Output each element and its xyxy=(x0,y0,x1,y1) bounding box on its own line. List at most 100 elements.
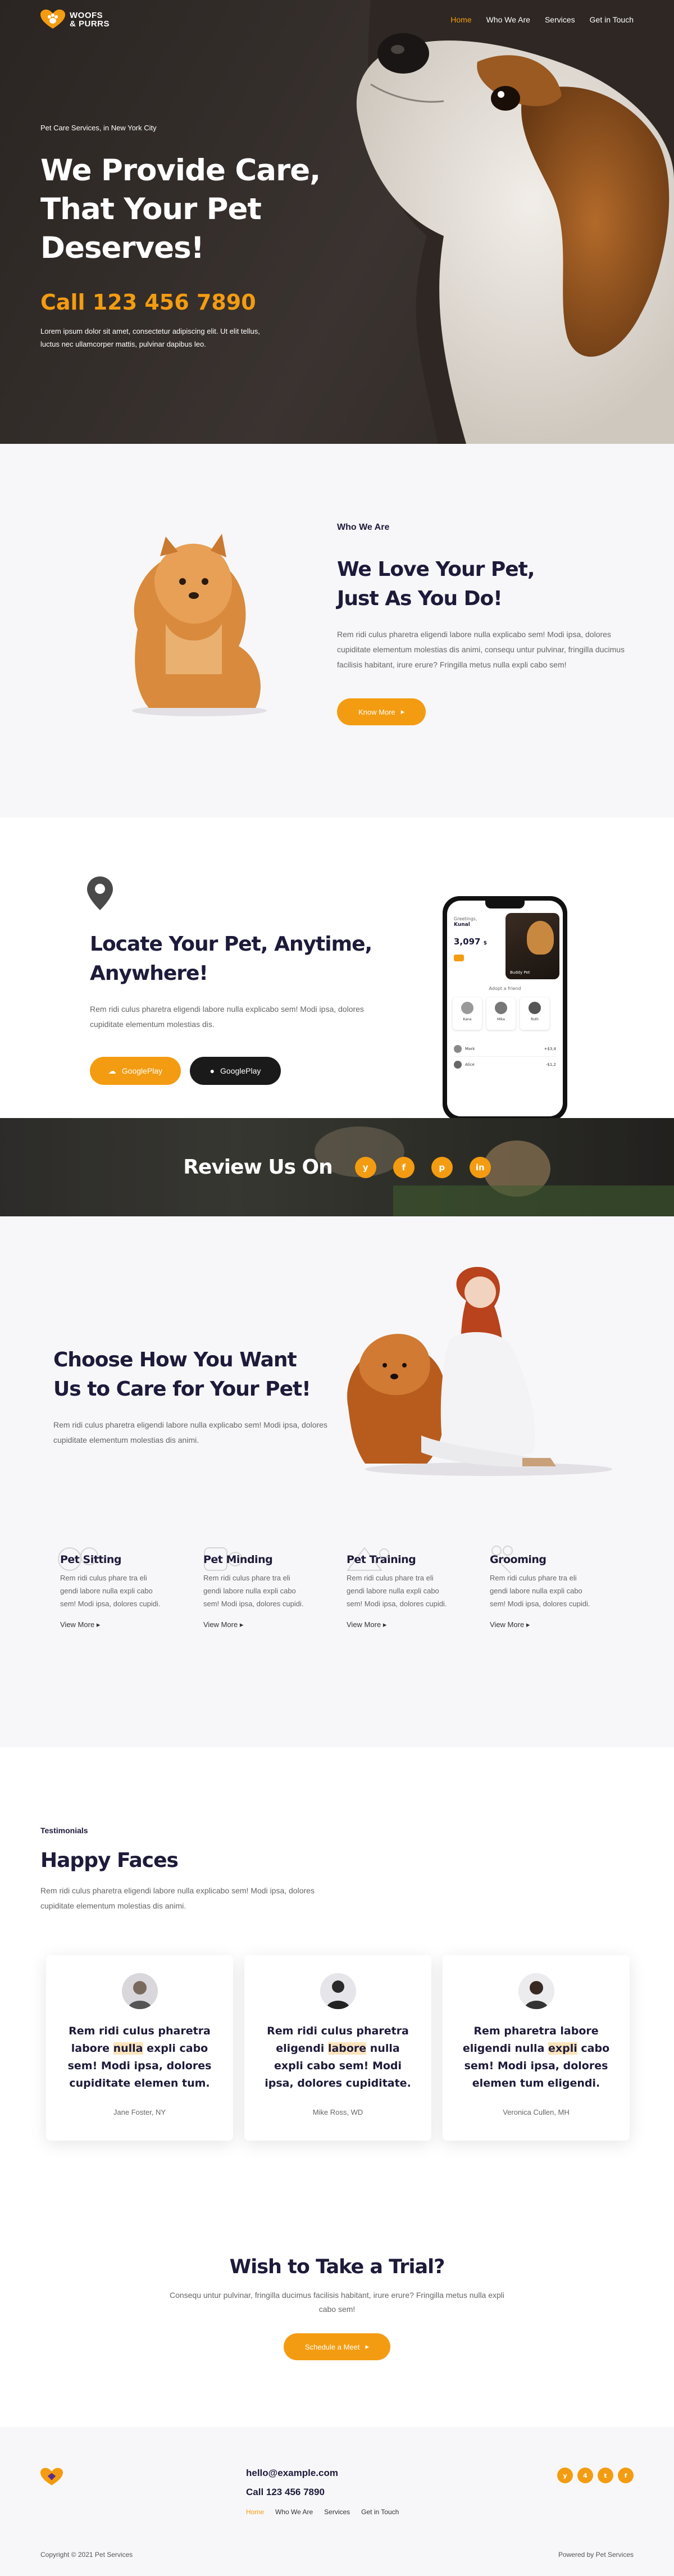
review-section: Review Us On y f p in xyxy=(0,1118,674,1216)
pinterest-icon[interactable]: p xyxy=(431,1156,453,1178)
phone-contact[interactable]: Kana xyxy=(453,997,482,1030)
foursquare-icon[interactable]: 4 xyxy=(577,2468,593,2483)
twitter-icon[interactable]: t xyxy=(598,2468,613,2483)
avatar-icon xyxy=(454,1044,462,1053)
hero-text-line-1: Lorem ipsum dolor sit amet, consectetur … xyxy=(40,327,260,335)
girl-with-dog-image xyxy=(347,1267,612,1476)
services-title: Choose How You Want Us to Care for Your … xyxy=(53,1346,334,1404)
who-kicker: Who We Are xyxy=(337,523,390,532)
copyright-text: Copyright © 2021 Pet Services xyxy=(40,2551,133,2559)
schedule-meet-label: Schedule a Meet xyxy=(304,2342,360,2351)
who-we-are-section: Who We Are We Love Your Pet, Just As You… xyxy=(0,444,674,817)
avatar-icon xyxy=(461,1002,473,1014)
app-content: Locate Your Pet, Anytime, Anywhere! Rem … xyxy=(90,930,382,1085)
phone-row[interactable]: Mark +$3,4 xyxy=(454,1041,556,1057)
testimonial-cards: Rem ridi culus pharetra labore nulla exp… xyxy=(46,1955,630,2141)
hero-title-line-1: We Provide Care, xyxy=(40,153,321,188)
location-pin-icon xyxy=(87,876,113,910)
heart-paw-logo-icon xyxy=(40,10,65,29)
hero-title: We Provide Care, That Your Pet Deserves! xyxy=(40,151,344,267)
phone-transactions: Mark +$3,4 Alice -$1,2 xyxy=(454,1041,556,1073)
linkedin-icon[interactable]: in xyxy=(469,1156,491,1178)
nav-item-who-we-are[interactable]: Who We Are xyxy=(486,15,530,24)
footer-social: y 4 t f xyxy=(557,2468,634,2483)
footer-phone[interactable]: Call 123 456 7890 xyxy=(246,2487,399,2498)
powered-by-text: Powered by Pet Services xyxy=(558,2551,634,2559)
view-more-label: View More xyxy=(203,1620,238,1629)
schedule-meet-button[interactable]: Schedule a Meet ▸ xyxy=(283,2333,391,2360)
footer-nav-who-we-are[interactable]: Who We Are xyxy=(275,2508,313,2516)
footer-nav-services[interactable]: Services xyxy=(324,2508,350,2516)
hero-title-line-2: That Your Pet xyxy=(40,192,262,226)
testimonials-head: Testimonials Happy Faces Rem ridi culus … xyxy=(40,1826,377,1914)
phone-row[interactable]: Alice -$1,2 xyxy=(454,1057,556,1073)
service-card-pet-minding: Pet Minding Rem ridi culus phare tra eli… xyxy=(203,1547,310,1629)
service-text: Rem ridi culus phare tra eli gendi labor… xyxy=(60,1574,161,1608)
yelp-icon[interactable]: y xyxy=(354,1156,376,1178)
phone-notch xyxy=(485,901,525,908)
phone-row-amount: -$1,2 xyxy=(545,1062,556,1067)
hero-section: WOOFS & PURRS Home Who We Are Services G… xyxy=(0,0,674,444)
google-play-button[interactable]: ☁ GooglePlay xyxy=(90,1057,181,1085)
hero-content: Pet Care Services, in New York City We P… xyxy=(40,124,344,351)
nav-item-home[interactable]: Home xyxy=(450,15,471,24)
nav-item-services[interactable]: Services xyxy=(545,15,575,24)
heart-paw-logo-icon xyxy=(40,2468,63,2486)
footer-nav-get-in-touch[interactable]: Get in Touch xyxy=(361,2508,399,2516)
service-title: Pet Sitting xyxy=(60,1553,122,1566)
phone-contacts: Kana Mika Ruth xyxy=(453,997,549,1030)
who-title-line-2: Just As You Do! xyxy=(337,587,503,610)
phone-contact[interactable]: Mika xyxy=(486,997,516,1030)
android-icon: ☁ xyxy=(108,1066,116,1075)
phone-mockup: Greetings, Kunal 3,097 $ Buddy Pet Adopt… xyxy=(443,896,567,1118)
nav-item-get-in-touch[interactable]: Get in Touch xyxy=(590,15,634,24)
testimonial-quote: Rem ridi culus pharetra labore nulla exp… xyxy=(64,2023,216,2092)
view-more-link[interactable]: View More ▸ xyxy=(490,1620,596,1629)
hero-phone[interactable]: Call 123 456 7890 xyxy=(40,290,344,315)
who-text: Rem ridi culus pharetra eligendi labore … xyxy=(337,630,625,669)
service-title: Pet Minding xyxy=(203,1553,273,1566)
phone-row-amount: +$3,4 xyxy=(544,1046,556,1051)
chevron-right-icon: ▸ xyxy=(400,707,405,716)
testimonial-quote: Rem ridi culus pharetra eligendi labore … xyxy=(262,2023,414,2092)
hero-text-line-2: luctus nec ullamcorper mattis, pulvinar … xyxy=(40,340,206,348)
app-section: Locate Your Pet, Anytime, Anywhere! Rem … xyxy=(0,817,674,1118)
hero-dog-image xyxy=(356,0,674,444)
cta-text: Consequ untur pulvinar, fringilla ducimu… xyxy=(169,2291,505,2314)
phone-user: Kunal xyxy=(454,922,470,928)
view-more-link[interactable]: View More ▸ xyxy=(347,1620,453,1629)
brand-logo[interactable]: WOOFS & PURRS xyxy=(40,10,110,30)
footer: hello@example.com Call 123 456 7890 Home… xyxy=(0,2427,674,2576)
footer-email[interactable]: hello@example.com xyxy=(246,2468,399,2479)
page: WOOFS & PURRS Home Who We Are Services G… xyxy=(0,0,674,2576)
avatar xyxy=(121,1973,158,2009)
phone-pet-card[interactable]: Buddy Pet xyxy=(506,913,559,979)
view-more-link[interactable]: View More ▸ xyxy=(203,1620,310,1629)
footer-contact: hello@example.com Call 123 456 7890 Home… xyxy=(246,2468,399,2516)
footer-nav-home[interactable]: Home xyxy=(246,2508,264,2516)
view-more-label: View More xyxy=(490,1620,525,1629)
app-text: Rem ridi culus pharetra eligendi labore … xyxy=(90,1005,364,1029)
person-male-icon xyxy=(320,1973,356,2009)
services-title-line-1: Choose How You Want xyxy=(53,1348,297,1371)
testimonial-card: Rem pharetra labore eligendi nulla expli… xyxy=(443,1955,630,2141)
facebook-icon[interactable]: f xyxy=(618,2468,634,2483)
phone-contact[interactable]: Ruth xyxy=(520,997,549,1030)
testimonial-card: Rem ridi culus pharetra labore nulla exp… xyxy=(46,1955,233,2141)
yelp-icon[interactable]: y xyxy=(557,2468,573,2483)
view-more-link[interactable]: View More ▸ xyxy=(60,1620,167,1629)
testimonial-author: Mike Ross, WD xyxy=(312,2108,363,2116)
phone-row-name: Alice xyxy=(465,1062,475,1067)
avatar xyxy=(518,1973,554,2009)
services-text: Rem ridi culus pharetra eligendi labore … xyxy=(53,1420,327,1444)
app-title-line-1: Locate Your Pet, Anytime, xyxy=(90,933,372,956)
service-card-pet-training: Pet Training Rem ridi culus phare tra el… xyxy=(347,1547,453,1629)
chevron-right-icon: ▸ xyxy=(239,1620,244,1629)
know-more-button[interactable]: Know More ▸ xyxy=(337,698,426,725)
facebook-icon[interactable]: f xyxy=(393,1156,415,1178)
footer-logo[interactable] xyxy=(40,2468,63,2489)
chevron-right-icon: ▸ xyxy=(526,1620,530,1629)
app-store-button[interactable]: ● GooglePlay xyxy=(190,1057,281,1085)
chevron-right-icon: ▸ xyxy=(365,2342,370,2351)
card-icon xyxy=(454,955,464,961)
